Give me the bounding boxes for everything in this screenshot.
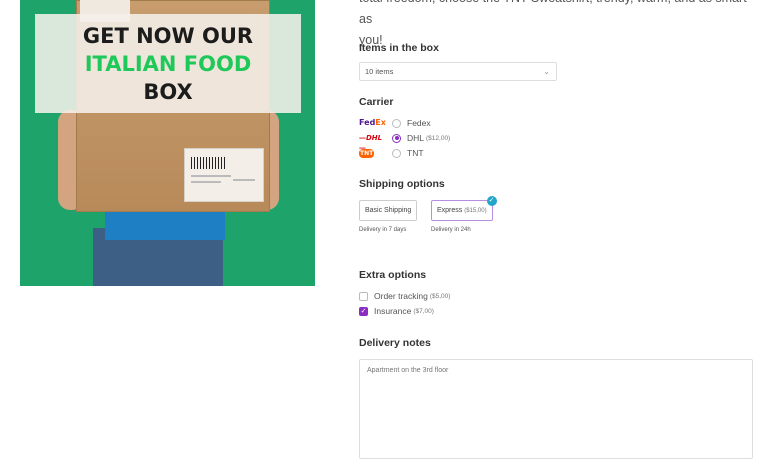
shipping-option-price: ($15,00) xyxy=(464,208,487,214)
extra-option-label: Insurance xyxy=(374,306,412,316)
chevron-down-icon: ⌄ xyxy=(543,67,550,76)
extra-option-insurance[interactable]: ✓ Insurance ($7,00) xyxy=(359,305,434,317)
carrier-label: TNT xyxy=(407,148,424,158)
shipping-label xyxy=(184,148,264,202)
shipping-option-sub: Delivery in 7 days xyxy=(359,227,407,233)
delivery-notes-textarea[interactable] xyxy=(359,359,753,459)
label-line xyxy=(233,179,255,181)
carrier-option-dhl[interactable]: —DHL— DHL ($12,00) xyxy=(359,131,451,152)
dhl-logo-icon: —DHL— xyxy=(359,134,383,152)
description-line-1: total freedom, choose the TNT Sweatshirt… xyxy=(359,0,747,26)
carrier-radio-fedex[interactable] xyxy=(392,118,401,128)
carrier-radio-dhl[interactable] xyxy=(392,133,401,143)
items-in-box-title: Items in the box xyxy=(359,42,439,54)
extra-option-price: ($7,00) xyxy=(413,307,434,315)
shipping-option-sub: Delivery in 24h xyxy=(431,227,471,233)
shipping-option-basic[interactable]: Basic Shipping xyxy=(359,200,418,221)
carrier-option-fedex[interactable]: FedEx Fedex xyxy=(359,116,431,130)
extra-option-order-tracking[interactable]: Order tracking ($5,00) xyxy=(359,290,450,302)
banner-line-3: BOX xyxy=(143,79,193,104)
banner-line-1: GET NOW OUR xyxy=(82,23,254,48)
label-line xyxy=(191,181,221,183)
carrier-option-tnt[interactable]: TNT TNT xyxy=(359,146,424,160)
shipping-option-label: Express xyxy=(437,207,463,214)
barcode-icon xyxy=(191,157,227,169)
shipping-option-label: Basic Shipping xyxy=(365,207,412,214)
check-badge-icon: ✓ xyxy=(486,196,497,206)
insurance-checkbox[interactable]: ✓ xyxy=(359,306,368,316)
tnt-logo-icon: TNT xyxy=(359,149,375,158)
carrier-price: ($12,00) xyxy=(426,134,451,142)
promo-banner: GET NOW OUR ITALIAN FOOD BOX xyxy=(35,14,301,113)
carrier-label: Fedex xyxy=(407,118,431,128)
order-tracking-checkbox[interactable] xyxy=(359,291,368,301)
extra-option-label: Order tracking xyxy=(374,291,428,301)
banner-line-2: ITALIAN FOOD xyxy=(84,51,252,76)
fedex-logo-icon: FedEx xyxy=(359,118,386,127)
items-select-value: 10 items xyxy=(365,67,394,76)
shipping-option-express[interactable]: Express ($15,00) ✓ xyxy=(431,196,497,221)
items-select[interactable]: 10 items ⌄ xyxy=(359,62,557,81)
carrier-title: Carrier xyxy=(359,96,394,108)
extra-options-title: Extra options xyxy=(359,269,427,281)
extra-option-price: ($5,00) xyxy=(429,292,451,300)
shipping-options-title: Shipping options xyxy=(359,178,445,190)
carrier-label: DHL xyxy=(407,133,425,143)
product-image: GET NOW OUR ITALIAN FOOD BOX xyxy=(20,0,315,286)
label-line xyxy=(191,175,231,177)
delivery-notes-title: Delivery notes xyxy=(359,337,431,349)
carrier-radio-tnt[interactable] xyxy=(392,148,401,158)
